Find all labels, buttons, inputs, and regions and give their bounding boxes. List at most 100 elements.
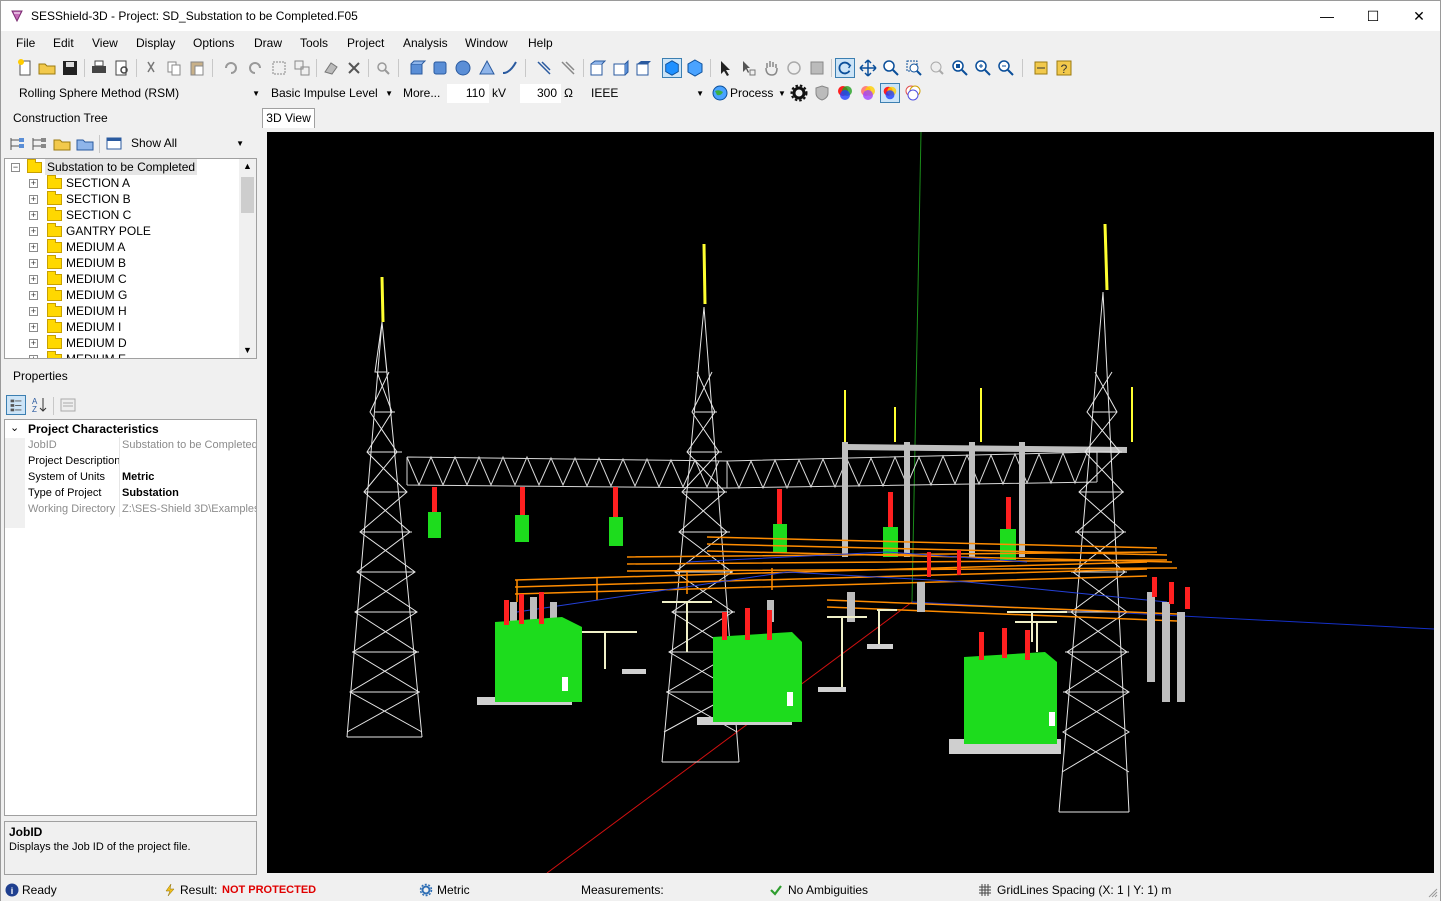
group-icon[interactable] (269, 58, 289, 78)
open-group-icon[interactable] (75, 134, 95, 154)
delete-icon[interactable] (344, 58, 364, 78)
settings-wizard-icon[interactable] (1031, 58, 1051, 78)
collapse-all-icon[interactable] (29, 134, 49, 154)
menu-tools[interactable]: Tools (300, 36, 328, 50)
color-mode-2-icon[interactable] (858, 83, 878, 103)
select-vertex-icon[interactable] (738, 58, 758, 78)
property-value[interactable]: Metric (122, 469, 256, 485)
expand-icon[interactable]: + (29, 243, 38, 252)
eraser-icon[interactable] (321, 58, 341, 78)
substation-3d-scene[interactable] (267, 132, 1434, 873)
copy-icon[interactable] (164, 58, 184, 78)
undo-icon[interactable] (221, 58, 241, 78)
tree-item[interactable]: + GANTRY POLE (5, 223, 240, 239)
minimize-button[interactable]: — (1304, 1, 1350, 31)
zoom-previous-icon[interactable] (927, 58, 947, 78)
select-pointer-icon[interactable] (715, 58, 735, 78)
tab-3d-view[interactable]: 3D View (262, 108, 315, 128)
property-row-type[interactable]: Type of Project Substation (5, 485, 256, 501)
redo-icon[interactable] (245, 58, 265, 78)
tree-item[interactable]: + MEDIUM I (5, 319, 240, 335)
property-value[interactable] (122, 453, 256, 469)
scroll-up-icon[interactable]: ▲ (243, 161, 252, 171)
expand-icon[interactable]: + (29, 323, 38, 332)
move-object-icon[interactable] (807, 58, 827, 78)
menu-file[interactable]: File (16, 36, 35, 50)
gear-icon[interactable] (789, 83, 809, 103)
color-mode-4-icon[interactable] (903, 83, 923, 103)
property-value[interactable]: Substation (122, 485, 256, 501)
rotate-object-icon[interactable] (784, 58, 804, 78)
view-iso-solid-icon[interactable] (662, 58, 682, 78)
menu-edit[interactable]: Edit (53, 36, 74, 50)
cone-shape-icon[interactable] (477, 58, 497, 78)
tree-item[interactable]: + SECTION C (5, 207, 240, 223)
zoom-dynamic-icon[interactable] (881, 58, 901, 78)
sphere-shape-icon[interactable] (453, 58, 473, 78)
disconnect-tool-icon[interactable] (558, 58, 578, 78)
print-icon[interactable] (89, 58, 109, 78)
cut-icon[interactable] (141, 58, 161, 78)
help-context-icon[interactable]: ? (1054, 58, 1074, 78)
property-row-directory[interactable]: Working Directory Z:\SES-Shield 3D\Examp… (5, 501, 256, 517)
categorized-icon[interactable] (6, 395, 26, 415)
ungroup-icon[interactable] (292, 58, 312, 78)
zoom-window-icon[interactable] (904, 58, 924, 78)
method-select[interactable]: Rolling Sphere Method (RSM) ▼ (15, 84, 263, 103)
tree-item[interactable]: + MEDIUM H (5, 303, 240, 319)
new-file-icon[interactable] (15, 58, 35, 78)
open-folder-icon[interactable] (37, 58, 57, 78)
expand-icon[interactable]: + (29, 211, 38, 220)
zoom-out-icon[interactable] (996, 58, 1016, 78)
more-button[interactable]: More... (403, 86, 440, 100)
zoom-extents-icon[interactable] (950, 58, 970, 78)
expand-icon[interactable]: + (29, 307, 38, 316)
zoom-in-icon[interactable] (973, 58, 993, 78)
menu-display[interactable]: Display (136, 36, 175, 50)
standard-select[interactable]: IEEE ▼ (587, 84, 707, 103)
save-icon[interactable] (60, 58, 80, 78)
new-folder-icon[interactable] (52, 134, 72, 154)
menu-window[interactable]: Window (465, 36, 508, 50)
view-side-icon[interactable] (611, 58, 631, 78)
bil-select[interactable]: Basic Impulse Level ▼ (267, 84, 396, 103)
expand-icon[interactable]: + (29, 275, 38, 284)
find-icon[interactable] (373, 58, 393, 78)
menu-analysis[interactable]: Analysis (403, 36, 448, 50)
view-front-icon[interactable] (588, 58, 608, 78)
property-row-jobid[interactable]: JobID Substation to be Completed (5, 437, 256, 453)
shield-icon[interactable] (812, 83, 832, 103)
process-dropdown-icon[interactable]: ▼ (778, 89, 786, 98)
menu-project[interactable]: Project (347, 36, 384, 50)
expand-icon[interactable]: + (29, 179, 38, 188)
close-button[interactable]: ✕ (1396, 1, 1441, 31)
process-button[interactable]: Process (730, 86, 773, 100)
pan-view-icon[interactable] (858, 58, 878, 78)
property-row-description[interactable]: Project Description (5, 453, 256, 469)
voltage-input[interactable]: 110 (447, 84, 489, 103)
view-iso-icon[interactable] (685, 58, 705, 78)
expand-all-icon[interactable] (7, 134, 27, 154)
menu-draw[interactable]: Draw (254, 36, 282, 50)
tree-filter-select[interactable]: Show All ▼ (127, 134, 247, 153)
property-row-units[interactable]: System of Units Metric (5, 469, 256, 485)
resize-grip-icon[interactable] (1427, 887, 1438, 898)
expand-icon[interactable]: + (29, 195, 38, 204)
scroll-down-icon[interactable]: ▼ (243, 345, 252, 355)
property-pages-icon[interactable] (58, 395, 78, 415)
cylinder-shape-icon[interactable] (430, 58, 450, 78)
view-top-icon[interactable] (634, 58, 654, 78)
orbit-view-icon[interactable] (835, 58, 855, 78)
pan-hand-icon[interactable] (761, 58, 781, 78)
tree-root[interactable]: − Substation to be Completed (5, 159, 240, 175)
tree-item[interactable]: + MEDIUM D (5, 335, 240, 351)
tree-item[interactable]: + MEDIUM G (5, 287, 240, 303)
scrollbar-thumb[interactable] (241, 177, 254, 213)
paste-icon[interactable] (187, 58, 207, 78)
collapse-icon[interactable]: − (11, 163, 20, 172)
expand-icon[interactable]: + (29, 291, 38, 300)
expand-icon[interactable]: + (29, 259, 38, 268)
sort-alpha-icon[interactable]: AZ (29, 395, 49, 415)
3d-viewport[interactable] (267, 132, 1434, 873)
tree-item[interactable]: + MEDIUM E (5, 351, 240, 358)
